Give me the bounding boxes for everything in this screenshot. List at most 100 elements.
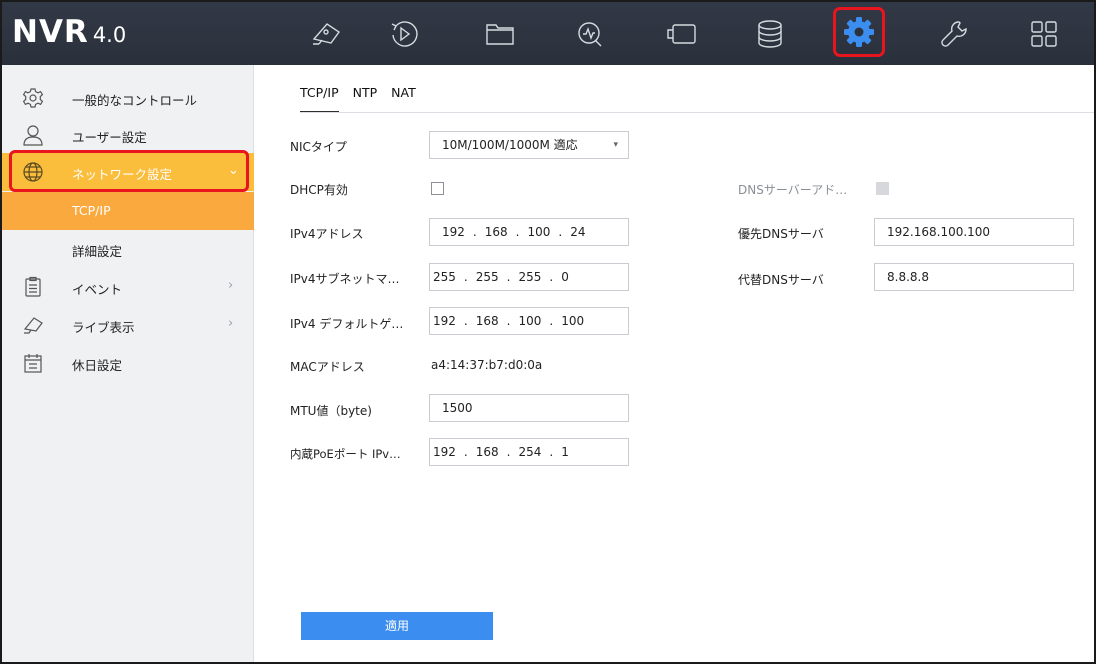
globe-icon <box>22 161 44 183</box>
mac-address-value: a4:14:37:b7:d0:0a <box>431 358 543 372</box>
sidebar-item-user-settings[interactable]: ユーザー設定 <box>2 116 254 154</box>
app-logo: NVR 4.0 <box>12 14 126 53</box>
dns-auto-checkbox[interactable] <box>876 182 889 195</box>
gear-icon <box>22 87 44 109</box>
tab-bar: TCP/IP NTP NAT <box>300 85 430 113</box>
ipv4-address-input[interactable]: 192. 168. 100. 24 <box>429 218 629 246</box>
user-icon <box>22 124 44 146</box>
tab-divider <box>300 112 1094 113</box>
mtu-label: MTU値（byte) <box>290 404 372 418</box>
sidebar-item-event[interactable]: イベント › <box>2 268 254 306</box>
playback-icon[interactable] <box>382 12 426 56</box>
dns-primary-label: 優先DNSサーバ <box>738 227 824 241</box>
dhcp-checkbox[interactable] <box>431 182 444 195</box>
dns-secondary-input[interactable]: 8.8.8.8 <box>874 263 1074 291</box>
ip-dot: . <box>506 314 511 328</box>
configuration-icon[interactable] <box>833 7 885 57</box>
ip-dot: . <box>515 225 520 239</box>
ip-octet: 255 <box>475 270 499 284</box>
ip-dot: . <box>549 445 554 459</box>
ipv4-gateway-label: IPv4 デフォルトゲ… <box>290 317 404 331</box>
dropdown-arrow-icon: ▾ <box>613 140 618 150</box>
ipv4-subnet-input[interactable]: 255. 255. 255. 0 <box>429 263 629 291</box>
ipv4-subnet-label: IPv4サブネットマ… <box>290 272 400 286</box>
dns-secondary-value: 8.8.8.8 <box>887 270 929 284</box>
nic-type-value: 10M/100M/1000M 適応 <box>442 138 578 152</box>
ip-octet: 100 <box>527 225 551 239</box>
ip-dot: . <box>472 225 477 239</box>
top-navigation-bar: NVR 4.0 <box>2 2 1094 65</box>
ip-dot: . <box>506 270 511 284</box>
tab-nat[interactable]: NAT <box>391 85 416 113</box>
ipv4-gateway-input[interactable]: 192. 168. 100. 100 <box>429 307 629 335</box>
sidebar-item-label: イベント <box>72 282 123 297</box>
nic-type-label: NICタイプ <box>290 140 347 154</box>
sidebar-item-advanced-settings[interactable]: 詳細設定 <box>2 230 254 268</box>
dns-secondary-label: 代替DNSサーバ <box>738 273 824 287</box>
ip-octet: 168 <box>475 445 499 459</box>
sidebar-item-label: ネットワーク設定 <box>72 167 173 182</box>
ip-octet: 24 <box>570 225 586 239</box>
menu-grid-icon[interactable] <box>1022 12 1066 56</box>
smart-analysis-icon[interactable] <box>568 12 612 56</box>
storage-icon[interactable] <box>748 12 792 56</box>
sidebar-item-general-control[interactable]: 一般的なコントロール <box>2 79 254 117</box>
ip-dot: . <box>558 225 563 239</box>
file-management-icon[interactable] <box>478 12 522 56</box>
nic-type-select[interactable]: 10M/100M/1000M 適応 ▾ <box>429 131 629 159</box>
ip-octet: 192 <box>433 445 456 459</box>
ip-octet: 255 <box>518 270 542 284</box>
chevron-down-icon: ⌄ <box>228 163 239 178</box>
ip-octet: 192 <box>433 314 456 328</box>
calendar-icon <box>22 352 44 374</box>
camera-icon <box>22 314 44 336</box>
poe-ip-input[interactable]: 192. 168. 254. 1 <box>429 438 629 466</box>
dns-auto-label: DNSサーバーアド… <box>738 183 848 197</box>
sidebar-item-live-view[interactable]: ライブ表示 › <box>2 306 254 344</box>
sidebar-item-tcpip[interactable]: TCP/IP <box>2 192 254 230</box>
mtu-value: 1500 <box>442 401 473 415</box>
live-view-icon[interactable] <box>304 12 348 56</box>
ip-dot: . <box>549 314 554 328</box>
dhcp-label: DHCP有効 <box>290 183 348 197</box>
sidebar-item-label: 休日設定 <box>72 358 123 373</box>
sidebar-item-network-settings[interactable]: ネットワーク設定 ⌄ <box>2 153 254 191</box>
ip-octet: 1 <box>561 445 569 459</box>
tab-ntp[interactable]: NTP <box>353 85 378 113</box>
ip-octet: 100 <box>518 314 542 328</box>
sidebar-item-label: 詳細設定 <box>72 244 123 259</box>
sidebar-item-label: ライブ表示 <box>72 320 135 335</box>
dns-primary-input[interactable]: 192.168.100.100 <box>874 218 1074 246</box>
ip-dot: . <box>463 445 468 459</box>
camera-icon[interactable] <box>660 12 704 56</box>
dns-primary-value: 192.168.100.100 <box>887 225 991 239</box>
mtu-input[interactable]: 1500 <box>429 394 629 422</box>
apply-button[interactable]: 適用 <box>301 612 493 640</box>
chevron-right-icon: › <box>228 278 234 293</box>
ip-dot: . <box>549 270 554 284</box>
logo-text: NVR <box>12 14 89 50</box>
tab-tcpip[interactable]: TCP/IP <box>300 85 339 113</box>
sidebar-item-label: TCP/IP <box>72 203 111 218</box>
ip-octet: 192 <box>442 225 465 239</box>
ip-dot: . <box>463 270 468 284</box>
chevron-right-icon: › <box>228 316 234 331</box>
logo-version: 4.0 <box>92 23 127 47</box>
sidebar-item-label: ユーザー設定 <box>72 130 147 145</box>
sidebar-item-holiday-settings[interactable]: 休日設定 <box>2 344 254 382</box>
ip-octet: 255 <box>433 270 456 284</box>
ip-octet: 100 <box>561 314 585 328</box>
ip-octet: 0 <box>561 270 569 284</box>
poe-ip-label: 内蔵PoEポート IPv… <box>290 447 401 461</box>
ip-octet: 168 <box>475 314 499 328</box>
sidebar-item-label: 一般的なコントロール <box>72 93 198 108</box>
ipv4-address-label: IPv4アドレス <box>290 227 364 241</box>
mac-address-label: MACアドレス <box>290 360 365 374</box>
ip-dot: . <box>506 445 511 459</box>
app-window: NVR 4.0 一般的なコントロール ユーザー設定 ネットワーク設定 ⌄ TCP… <box>0 0 1096 664</box>
maintenance-icon[interactable] <box>933 12 977 56</box>
ip-octet: 254 <box>518 445 542 459</box>
ip-dot: . <box>463 314 468 328</box>
ip-octet: 168 <box>484 225 508 239</box>
sidebar: 一般的なコントロール ユーザー設定 ネットワーク設定 ⌄ TCP/IP 詳細設定… <box>2 65 254 662</box>
